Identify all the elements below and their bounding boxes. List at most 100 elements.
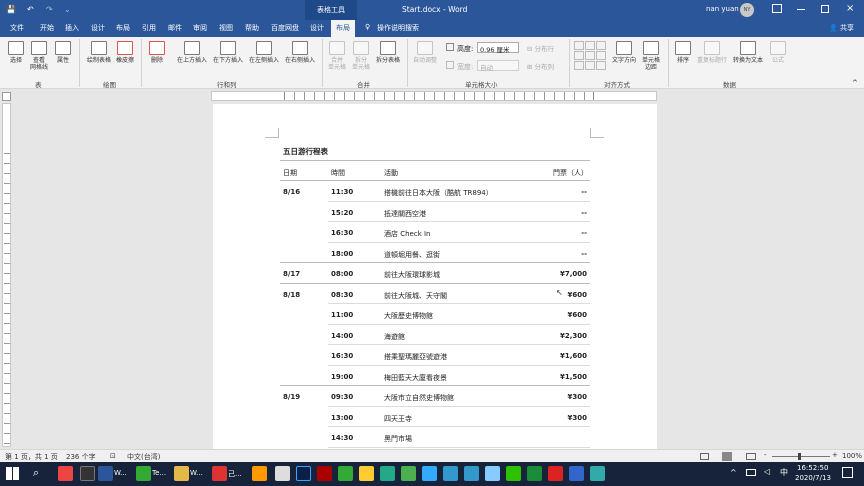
minimize-icon[interactable] [797,9,805,10]
tab-mailings[interactable]: 邮件 [168,23,182,33]
word-count[interactable]: 236 个字 [66,452,96,462]
app-icon[interactable] [338,466,353,481]
tab-selector[interactable] [2,92,11,101]
tab-layout[interactable]: 布局 [116,23,130,33]
app-icon[interactable] [464,466,479,481]
cell-time[interactable]: 13:00 [331,414,353,422]
distribute-columns-button[interactable]: ⊞ 分布列 [527,61,554,71]
text-direction-button[interactable]: 文字方向 [610,41,638,64]
tab-insert[interactable]: 插入 [65,23,79,33]
tab-design[interactable]: 设计 [91,23,105,33]
wechat-icon[interactable] [506,466,521,481]
align-bottom-center-icon[interactable] [585,61,595,70]
app-icon[interactable] [380,466,395,481]
document-page[interactable]: 五日游行程表 日期 時間 活動 門票（人） 8/16 11:30 搭機前往日本大阪（… [213,104,657,449]
cell-time[interactable]: 08:30 [331,291,353,299]
cell-ticket[interactable]: ¥600 [543,311,587,319]
draw-table-button[interactable]: 绘制表格 [85,41,113,64]
app-icon[interactable] [401,466,416,481]
app-icon[interactable] [548,466,563,481]
cell-activity[interactable]: 抵達關西空港 [384,209,426,219]
insert-above-button[interactable]: 在上方插入 [174,41,210,64]
cell-time[interactable]: 19:00 [331,373,353,381]
cell-activity[interactable]: 梅田藍天大廈看夜景 [384,373,447,383]
undo-icon[interactable]: ↶ [27,5,34,14]
cell-activity[interactable]: 大阪歷史博物館 [384,311,433,321]
cell-time[interactable]: 15:20 [331,209,353,217]
tab-table-layout[interactable]: 布局 [331,20,355,37]
horizontal-ruler[interactable] [211,91,657,101]
zoom-slider[interactable] [772,456,830,457]
word-icon[interactable] [98,466,113,481]
taskbar-item-red[interactable]: 己... [228,469,242,479]
app-icon[interactable] [527,466,542,481]
sort-button[interactable]: 排序 [672,41,694,64]
autofit-button[interactable]: 自动调整 [411,41,439,64]
cell-activity[interactable]: 前往大阪環球影城 [384,270,440,280]
properties-button[interactable]: 属性 [52,41,74,64]
app-icon[interactable] [485,466,500,481]
clock-date[interactable]: 2020/7/13 [795,474,831,482]
cell-ticket[interactable]: ¥600 [543,291,587,299]
folder-icon[interactable] [174,466,189,481]
network-icon[interactable] [746,469,756,476]
cell-time[interactable]: 11:30 [331,188,353,196]
share-button[interactable]: 👤 共享 [829,23,854,33]
align-middle-center-icon[interactable] [585,51,595,60]
tab-file[interactable]: 文件 [10,23,24,33]
tab-baidu-netdisk[interactable]: 百度网盘 [271,23,299,33]
eraser-button[interactable]: 橡皮擦 [113,41,137,64]
align-bottom-left-icon[interactable] [574,61,584,70]
proofing-icon[interactable]: ⊡ [110,452,116,460]
cell-time[interactable]: 14:30 [331,434,353,442]
cell-time[interactable]: 18:00 [331,250,353,258]
select-button[interactable]: 选择 [5,41,27,64]
page-count[interactable]: 第 1 页，共 1 页 [5,452,58,462]
document-title[interactable]: 五日游行程表 [283,146,328,157]
cell-time[interactable]: 09:30 [331,393,353,401]
cell-activity[interactable]: 酒店 Check In [384,229,430,239]
align-top-left-icon[interactable] [574,41,584,50]
insert-below-button[interactable]: 在下方插入 [210,41,246,64]
cell-activity[interactable]: 黑門市場 [384,434,412,444]
app-icon[interactable] [590,466,605,481]
app-icon[interactable] [275,466,290,481]
app-icon[interactable] [422,466,437,481]
column-width-input[interactable]: 自动 [477,60,519,72]
chrome-icon[interactable] [58,466,73,481]
maximize-icon[interactable] [821,5,829,13]
ribbon-display-icon[interactable] [772,4,782,13]
align-bottom-right-icon[interactable] [596,61,606,70]
cell-activity[interactable]: 四天王寺 [384,414,412,424]
zoom-out-button[interactable]: - [764,451,767,459]
app-icon[interactable] [359,466,374,481]
app-icon[interactable] [317,466,332,481]
cell-time[interactable]: 16:30 [331,229,353,237]
save-icon[interactable]: 💾 [6,5,16,14]
tray-expand-icon[interactable]: ^ [730,468,737,477]
align-top-center-icon[interactable] [585,41,595,50]
windows-start-icon[interactable] [6,467,19,480]
photoshop-icon[interactable] [296,466,311,481]
taskbar-item-folder[interactable]: W... [190,469,203,477]
formula-button[interactable]: 公式 [767,41,789,64]
cell-ticket[interactable]: -- [543,229,587,237]
avatar[interactable]: NY [740,3,754,17]
distribute-rows-button[interactable]: ⊟ 分布行 [527,43,554,53]
row-height-input[interactable]: 0.96 厘米 [477,42,519,54]
cell-time[interactable]: 16:30 [331,352,353,360]
tell-me-search[interactable]: 操作说明搜索 [377,23,419,33]
cell-ticket[interactable]: ¥300 [543,393,587,401]
vertical-ruler[interactable] [2,103,11,447]
cell-ticket[interactable]: -- [543,209,587,217]
zoom-slider-thumb[interactable] [798,453,801,460]
cell-alignment-grid[interactable] [574,41,608,73]
align-middle-right-icon[interactable] [596,51,606,60]
cell-activity[interactable]: 道頓堀用餐、逛街 [384,250,440,260]
taskbar-item-app[interactable]: Te... [152,469,166,477]
zoom-in-button[interactable]: + [832,451,838,459]
delete-button[interactable]: 删除 [146,41,168,64]
app-icon[interactable] [136,466,151,481]
read-mode-icon[interactable] [700,453,709,460]
header-time[interactable]: 時間 [331,168,345,178]
